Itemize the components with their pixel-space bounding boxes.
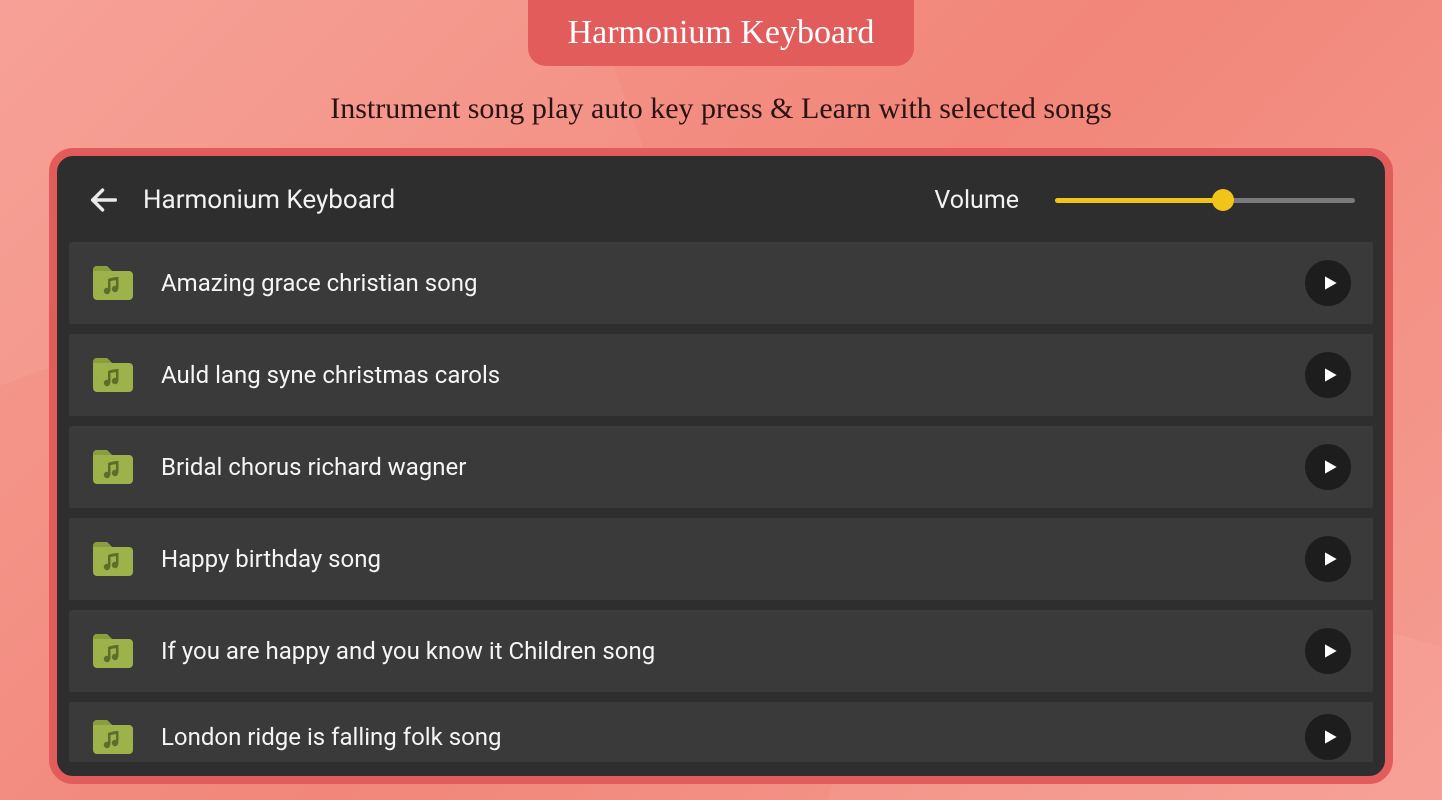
- song-row[interactable]: London ridge is falling folk song: [69, 702, 1373, 762]
- back-button[interactable]: [87, 183, 121, 217]
- play-icon: [1320, 549, 1340, 569]
- play-icon: [1320, 641, 1340, 661]
- play-icon: [1320, 457, 1340, 477]
- song-title: If you are happy and you know it Childre…: [161, 637, 1279, 665]
- music-folder-icon: [91, 264, 135, 302]
- header-badge: Harmonium Keyboard: [528, 0, 915, 66]
- play-button[interactable]: [1305, 628, 1351, 674]
- song-title: Amazing grace christian song: [161, 269, 1279, 297]
- play-button[interactable]: [1305, 714, 1351, 760]
- volume-slider-track: [1055, 198, 1355, 203]
- play-icon: [1320, 365, 1340, 385]
- song-row[interactable]: Bridal chorus richard wagner: [69, 426, 1373, 508]
- music-folder-icon: [91, 632, 135, 670]
- arrow-left-icon: [87, 183, 121, 217]
- song-row[interactable]: Auld lang syne christmas carols: [69, 334, 1373, 416]
- play-button[interactable]: [1305, 352, 1351, 398]
- music-folder-icon: [91, 718, 135, 756]
- music-folder-icon: [91, 448, 135, 486]
- song-title: London ridge is falling folk song: [161, 723, 1279, 751]
- play-icon: [1320, 273, 1340, 293]
- song-row[interactable]: Happy birthday song: [69, 518, 1373, 600]
- volume-slider[interactable]: [1055, 180, 1355, 220]
- device-frame: Harmonium Keyboard Volume Amazing grace …: [49, 148, 1393, 784]
- song-title: Auld lang syne christmas carols: [161, 361, 1279, 389]
- volume-slider-fill: [1055, 198, 1223, 203]
- app-title: Harmonium Keyboard: [143, 185, 912, 215]
- song-title: Happy birthday song: [161, 545, 1279, 573]
- volume-slider-thumb[interactable]: [1212, 189, 1234, 211]
- music-folder-icon: [91, 540, 135, 578]
- song-row[interactable]: Amazing grace christian song: [69, 242, 1373, 324]
- song-list: Amazing grace christian song Auld lang sy…: [57, 242, 1385, 762]
- header-badge-text: Harmonium Keyboard: [568, 14, 875, 51]
- play-button[interactable]: [1305, 536, 1351, 582]
- music-folder-icon: [91, 356, 135, 394]
- play-button[interactable]: [1305, 260, 1351, 306]
- song-row[interactable]: If you are happy and you know it Childre…: [69, 610, 1373, 692]
- header-subtitle: Instrument song play auto key press & Le…: [0, 92, 1442, 126]
- app-header: Harmonium Keyboard Volume: [57, 156, 1385, 242]
- song-title: Bridal chorus richard wagner: [161, 453, 1279, 481]
- play-button[interactable]: [1305, 444, 1351, 490]
- volume-label: Volume: [934, 186, 1019, 215]
- play-icon: [1320, 727, 1340, 747]
